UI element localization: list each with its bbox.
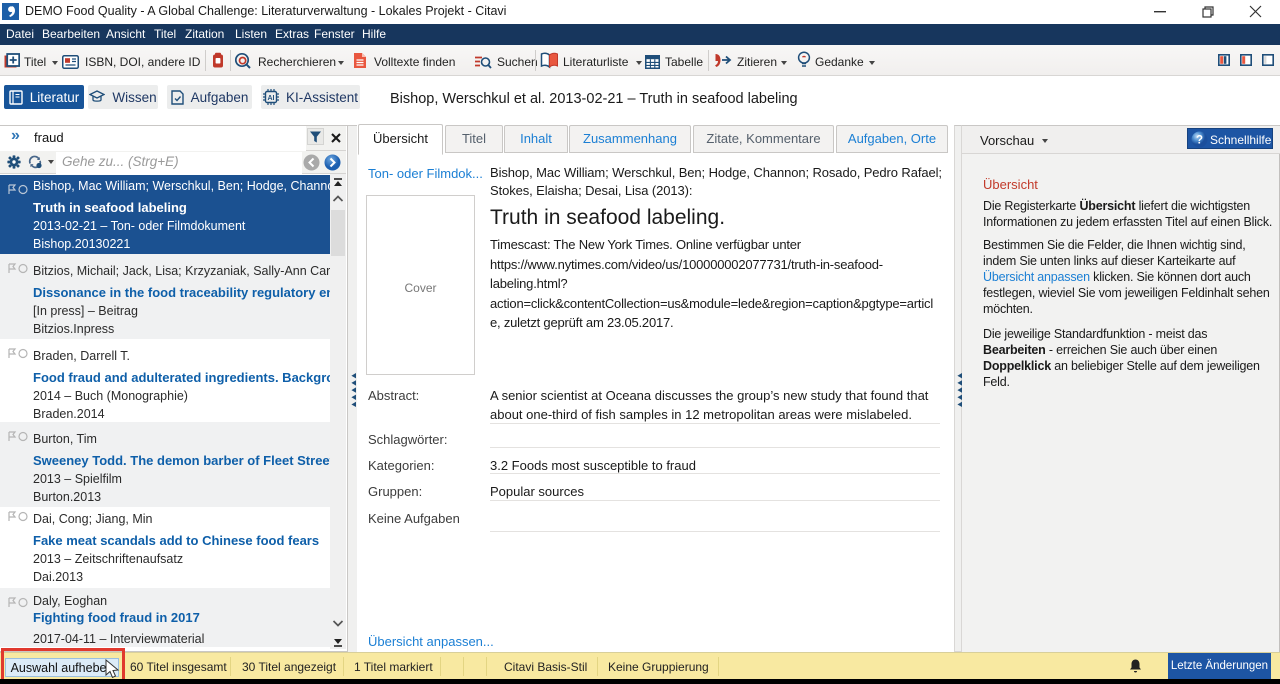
svg-text:AI: AI [267,95,274,102]
svg-text:?: ? [1196,135,1203,147]
